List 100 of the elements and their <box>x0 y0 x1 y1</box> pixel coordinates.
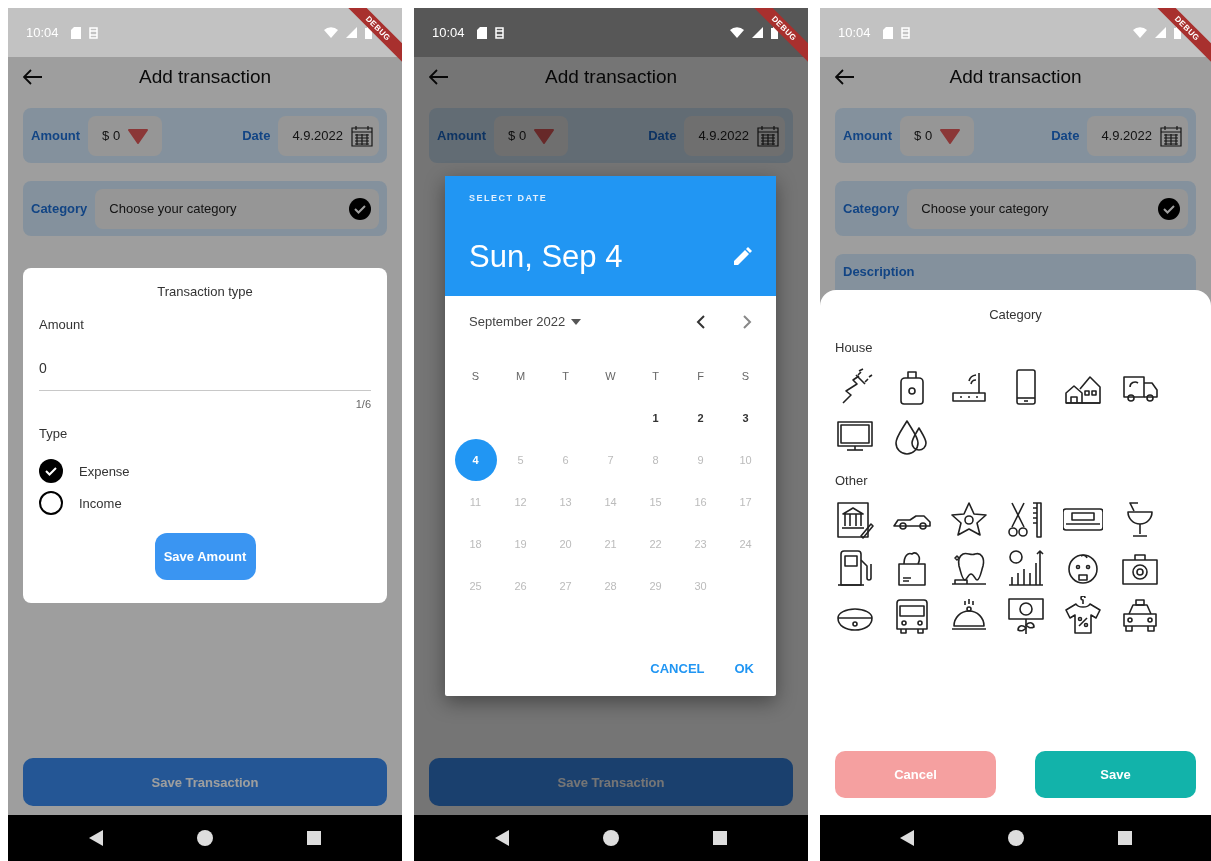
calendar-day: 15 <box>634 481 677 523</box>
status-time: 10:04 <box>838 25 871 40</box>
calendar-day: 14 <box>589 481 632 523</box>
calendar-day[interactable]: 2 <box>679 397 722 439</box>
calendar-day: 24 <box>724 523 767 565</box>
weekday-label: S <box>740 369 751 384</box>
calendar-day: 12 <box>499 481 542 523</box>
date-field[interactable]: 4.9.2022 <box>1087 115 1188 156</box>
status-time: 10:04 <box>432 25 465 40</box>
calendar-day: 5 <box>499 439 542 481</box>
calendar-day: 20 <box>544 523 587 565</box>
wifi-icon <box>324 27 338 38</box>
back-arrow-icon[interactable] <box>429 69 449 85</box>
header-label: SELECT DATE <box>469 193 549 203</box>
back-arrow-icon[interactable] <box>23 69 43 85</box>
category-label: Category <box>31 201 88 216</box>
pencil-icon[interactable] <box>732 247 752 267</box>
wifi-icon <box>1133 27 1147 38</box>
app-bar-title: Add transaction <box>139 66 271 88</box>
app-bar-title: Add transaction <box>545 66 677 88</box>
back-icon[interactable] <box>89 830 103 846</box>
sd-card-icon <box>882 26 893 39</box>
group-title: House <box>835 340 874 355</box>
category-field[interactable]: Choose your category <box>95 188 379 229</box>
month-selector[interactable]: September 2022 <box>469 314 566 329</box>
amount-field[interactable]: $ 0 <box>494 115 569 156</box>
app-bar-title: Add transaction <box>949 66 1082 88</box>
weekday-label: F <box>696 369 705 384</box>
growth-chart-icon[interactable] <box>1006 548 1046 588</box>
t-shirt-icon[interactable] <box>1063 596 1103 636</box>
calendar-day: 11 <box>454 481 497 523</box>
back-icon[interactable] <box>899 830 914 846</box>
next-month-icon[interactable] <box>742 314 752 329</box>
group-title: Other <box>835 473 869 488</box>
back-arrow-icon[interactable] <box>835 69 855 85</box>
signal-icon <box>752 27 763 38</box>
calendar-icon <box>1160 124 1182 147</box>
status-time: 10:04 <box>26 25 59 40</box>
calendar-day: 26 <box>499 565 542 607</box>
down-triangle-icon <box>128 127 149 144</box>
date-label: Date <box>242 128 271 143</box>
radio-icon[interactable] <box>39 491 63 515</box>
amount-label: Amount <box>843 128 893 143</box>
option-label: Income <box>79 495 122 511</box>
home-icon[interactable] <box>603 830 619 846</box>
calendar-day: 28 <box>589 565 632 607</box>
money-plant-icon[interactable] <box>1006 596 1046 636</box>
calendar-day: 18 <box>454 523 497 565</box>
weekday-label: S <box>470 369 481 384</box>
down-triangle-icon <box>534 127 555 144</box>
bank-document-icon[interactable] <box>835 500 875 540</box>
selected-date: Sun, Sep 4 <box>469 239 623 275</box>
calendar-day: 27 <box>544 565 587 607</box>
character-counter: 1/6 <box>355 398 371 410</box>
date-field[interactable]: 4.9.2022 <box>684 115 785 156</box>
home-icon[interactable] <box>197 830 213 846</box>
option-label: Expense <box>79 463 130 479</box>
calendar-day: 16 <box>679 481 722 523</box>
calendar-day[interactable]: 1 <box>634 397 677 439</box>
calendar-day[interactable]: 3 <box>724 397 767 439</box>
recents-icon[interactable] <box>1117 831 1132 845</box>
signal-icon <box>1155 27 1166 38</box>
calendar-day: 22 <box>634 523 677 565</box>
calendar-day: 7 <box>589 439 632 481</box>
amount-label: Amount <box>437 128 487 143</box>
calendar-day: 29 <box>634 565 677 607</box>
sd-card-icon <box>70 26 81 39</box>
calendar-day: 23 <box>679 523 722 565</box>
wifi-icon <box>730 27 744 38</box>
calendar-day: 6 <box>544 439 587 481</box>
calendar-day: 10 <box>724 439 767 481</box>
description-label: Description <box>843 264 915 279</box>
home-icon[interactable] <box>1007 830 1024 846</box>
calendar-day: 30 <box>679 565 722 607</box>
weekday-label: T <box>651 369 660 384</box>
back-icon[interactable] <box>495 830 509 846</box>
calendar-day: 8 <box>634 439 677 481</box>
amount-label: Amount <box>31 128 81 143</box>
calendar-day: 25 <box>454 565 497 607</box>
dropdown-caret-icon[interactable] <box>571 318 582 325</box>
calendar-day: 9 <box>679 439 722 481</box>
fuel-pump-icon[interactable] <box>835 548 875 588</box>
down-triangle-icon <box>940 127 961 144</box>
category-field[interactable]: Choose your category <box>907 188 1188 229</box>
previous-month-icon[interactable] <box>696 314 706 329</box>
dialog-title: Transaction type <box>157 284 253 299</box>
date-field[interactable]: 4.9.2022 <box>278 115 379 156</box>
weekday-label: M <box>514 369 527 384</box>
amount-field[interactable]: $ 0 <box>900 115 975 156</box>
amount-field[interactable]: $ 0 <box>88 115 163 156</box>
checked-radio-icon[interactable] <box>39 459 63 483</box>
check-circle-icon <box>349 197 371 220</box>
category-label: Category <box>843 201 900 216</box>
calendar-icon <box>757 124 779 147</box>
calendar-icon <box>351 124 373 147</box>
amount-input[interactable]: 0 <box>39 360 371 391</box>
weekday-label: W <box>604 369 617 384</box>
date-label: Date <box>1051 128 1080 143</box>
sd-card-icon <box>476 26 487 39</box>
calendar-day: 19 <box>499 523 542 565</box>
